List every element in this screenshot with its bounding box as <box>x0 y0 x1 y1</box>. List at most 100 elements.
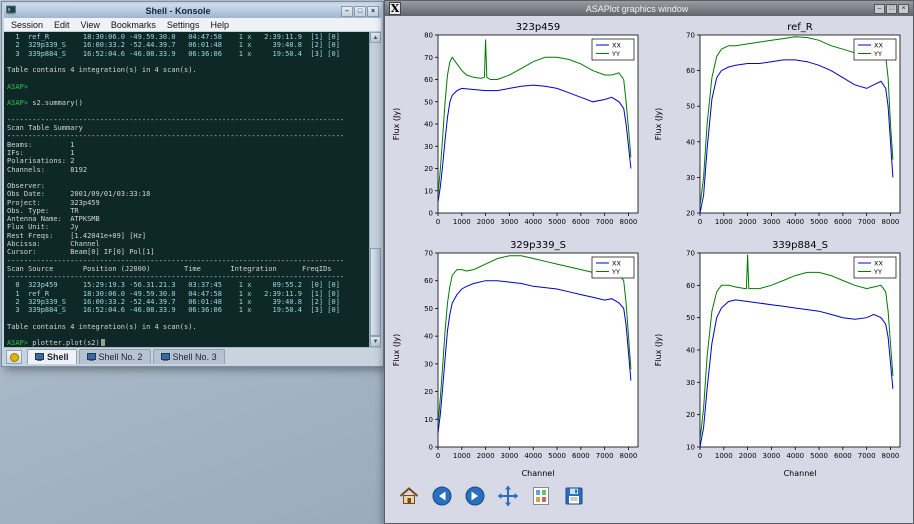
menu-item-view[interactable]: View <box>81 20 100 30</box>
terminal-title: Shell - Konsole <box>19 6 337 16</box>
terminal-line: ASAP> s2.summary() <box>7 99 344 107</box>
pan-button[interactable] <box>496 486 520 510</box>
menu-item-settings[interactable]: Settings <box>167 20 200 30</box>
terminal-line: ----------------------------------------… <box>7 257 344 265</box>
y-tick-label: 10 <box>424 187 433 195</box>
terminal-line: Antenna Name: ATPKSMB <box>7 215 344 223</box>
menu-item-bookmarks[interactable]: Bookmarks <box>111 20 156 30</box>
subplot-svg-ref_R[interactable]: 2030405060700100020003000400050006000700… <box>650 19 908 235</box>
home-icon <box>398 485 420 512</box>
subplot-svg-339p884_S[interactable]: 1020304050607001000200030004000500060007… <box>650 237 908 479</box>
subplot-323p459[interactable]: 0102030405060708001000200030004000500060… <box>388 19 650 237</box>
tab-shell[interactable]: Shell <box>27 349 77 364</box>
terminal-line: ----------------------------------------… <box>7 132 344 140</box>
y-tick-label: 60 <box>424 76 433 84</box>
plot-maximize-button[interactable]: □ <box>886 4 897 14</box>
terminal-scrollbar[interactable]: ▲ ▼ <box>369 32 381 347</box>
scrollbar-track[interactable] <box>370 43 381 336</box>
x-tick-label: 1000 <box>453 452 471 460</box>
x11-logo-icon: X <box>389 2 401 15</box>
terminal-line: Project: 323p459 <box>7 199 344 207</box>
shell-tab-icon <box>161 353 170 361</box>
terminal-output[interactable]: 1 ref_R 18:30:06.0 -49.59.30.0 04:47:58 … <box>4 32 381 347</box>
terminal-line: Observer: <box>7 182 344 190</box>
terminal-line: 0 323p459 15:29:19.3 -56.31.21.3 03:37:4… <box>7 281 344 289</box>
legend-label-xx: XX <box>612 42 621 50</box>
menu-item-edit[interactable]: Edit <box>54 20 70 30</box>
axes-frame <box>438 35 638 213</box>
legend-label-xx: XX <box>874 260 883 268</box>
configure-button[interactable] <box>529 486 553 510</box>
new-session-icon <box>10 353 19 362</box>
tab-shell-no-3[interactable]: Shell No. 3 <box>153 349 225 364</box>
menu-item-help[interactable]: Help <box>210 20 229 30</box>
terminal-line: ASAP> plotter.plot(s2) <box>7 339 344 347</box>
terminal-line: Table contains 4 integration(s) in 4 sca… <box>7 323 344 331</box>
subplot-svg-329p339_S[interactable]: 0102030405060700100020003000400050006000… <box>388 237 646 479</box>
x-tick-label: 5000 <box>548 452 566 460</box>
x-tick-label: 0 <box>698 452 702 460</box>
x-tick-label: 1000 <box>453 218 471 226</box>
plot-minimize-button[interactable]: – <box>874 4 885 14</box>
terminal-titlebar[interactable]: Shell - Konsole – □ × <box>4 4 381 18</box>
scroll-up-arrow-icon[interactable]: ▲ <box>370 32 381 43</box>
shell-tab-icon <box>35 353 44 361</box>
y-axis-label: Flux (Jy) <box>654 334 663 367</box>
y-tick-label: 30 <box>686 379 695 387</box>
maximize-button[interactable]: □ <box>354 6 366 17</box>
terminal-line <box>7 58 344 66</box>
x-tick-label: 6000 <box>834 452 852 460</box>
tab-label: Shell No. 3 <box>173 352 217 362</box>
desktop: Shell - Konsole – □ × Session Edit View Boo… <box>0 0 914 524</box>
back-button[interactable] <box>430 486 454 510</box>
y-tick-label: 70 <box>686 32 695 40</box>
legend-label-yy: YY <box>873 50 882 58</box>
subplot-svg-323p459[interactable]: 0102030405060708001000200030004000500060… <box>388 19 646 235</box>
terminal-menubar: Session Edit View Bookmarks Settings Help <box>4 18 381 32</box>
x-tick-label: 2000 <box>477 452 495 460</box>
scroll-down-arrow-icon[interactable]: ▼ <box>370 336 381 347</box>
x-tick-label: 7000 <box>596 218 614 226</box>
subplot-title: ref_R <box>787 22 813 33</box>
x-tick-label: 6000 <box>834 218 852 226</box>
home-button[interactable] <box>397 486 421 510</box>
x-tick-label: 3000 <box>763 452 781 460</box>
scrollbar-thumb[interactable] <box>370 248 381 336</box>
x-tick-label: 7000 <box>858 218 876 226</box>
legend-label-xx: XX <box>874 42 883 50</box>
axes-frame <box>700 253 900 447</box>
y-tick-label: 50 <box>686 314 695 322</box>
y-tick-label: 20 <box>686 411 695 419</box>
x-tick-label: 6000 <box>572 452 590 460</box>
subplot-339p884_S[interactable]: 1020304050607001000200030004000500060007… <box>650 237 912 481</box>
plot-titlebar[interactable]: X ASAPlot graphics window – □ × <box>385 1 913 16</box>
terminal-line: 3 339p884_S 16:52:04.6 -46.08.33.9 06:36… <box>7 306 344 314</box>
x-tick-label: 4000 <box>524 218 542 226</box>
y-tick-label: 60 <box>686 282 695 290</box>
subplot-329p339_S[interactable]: 0102030405060700100020003000400050006000… <box>388 237 650 481</box>
x-tick-label: 2000 <box>739 452 757 460</box>
terminal-line: ----------------------------------------… <box>7 273 344 281</box>
forward-button[interactable] <box>463 486 487 510</box>
terminal-line: Polarisations: 2 <box>7 157 344 165</box>
close-button[interactable]: × <box>367 6 379 17</box>
x-tick-label: 5000 <box>810 452 828 460</box>
y-tick-label: 60 <box>424 277 433 285</box>
terminal-line: Beams: 1 <box>7 141 344 149</box>
menu-item-session[interactable]: Session <box>11 20 43 30</box>
y-tick-label: 20 <box>686 210 695 218</box>
terminal-line: Scan Table Summary <box>7 124 344 132</box>
plot-close-button[interactable]: × <box>898 4 909 14</box>
x-tick-label: 1000 <box>715 452 733 460</box>
tab-shell-no-2[interactable]: Shell No. 2 <box>79 349 151 364</box>
legend-label-xx: XX <box>612 260 621 268</box>
tab-label: Shell No. 2 <box>99 352 143 362</box>
minimize-button[interactable]: – <box>341 6 353 17</box>
new-session-button[interactable] <box>6 350 22 364</box>
legend: XXYY <box>592 257 634 278</box>
save-button[interactable] <box>562 486 586 510</box>
x-tick-label: 0 <box>436 452 440 460</box>
subplot-ref_R[interactable]: 2030405060700100020003000400050006000700… <box>650 19 912 237</box>
plot-window: X ASAPlot graphics window – □ × 01020304… <box>384 0 914 524</box>
x-tick-label: 0 <box>698 218 702 226</box>
